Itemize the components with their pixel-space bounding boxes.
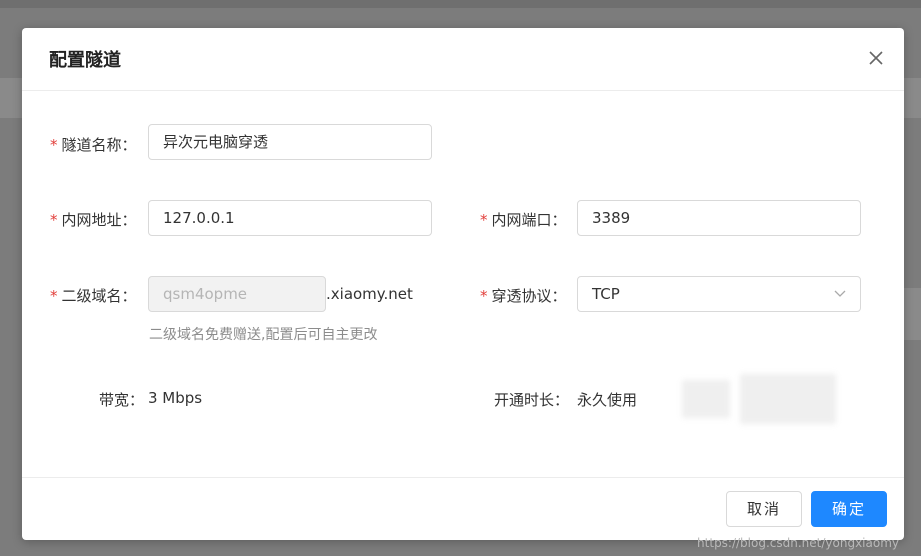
local-port-label: * 内网端口： [480, 209, 567, 230]
duration-label: 开通时长： [494, 391, 570, 409]
tunnel-name-label-text: 隧道名称： [61, 136, 137, 154]
local-port-label-text: 内网端口： [491, 211, 567, 229]
protocol-select[interactable]: TCP [577, 276, 861, 312]
close-icon[interactable] [868, 50, 884, 66]
subdomain-label: * 二级域名： [50, 285, 137, 306]
bandwidth-label: 带宽： [99, 391, 145, 409]
dialog-footer: 取消 确定 [22, 477, 904, 540]
local-address-input[interactable]: 127.0.0.1 [148, 200, 432, 236]
ok-button[interactable]: 确定 [811, 491, 887, 527]
local-address-label-text: 内网地址： [61, 211, 137, 229]
cancel-button[interactable]: 取消 [726, 491, 802, 527]
protocol-label: * 穿透协议： [480, 285, 567, 306]
watermark: https://blog.csdn.net/yongxiaomy [697, 536, 899, 550]
dialog-header: 配置隧道 [22, 28, 904, 91]
required-mark: * [480, 211, 488, 229]
subdomain-input: qsm4opme [148, 276, 326, 312]
background-cell [904, 288, 921, 340]
dialog-title: 配置隧道 [49, 50, 121, 71]
tunnel-name-label: * 隧道名称： [50, 134, 137, 155]
required-mark: * [50, 136, 58, 154]
required-mark: * [480, 287, 488, 305]
tunnel-name-input[interactable]: 异次元电脑穿透 [148, 124, 432, 160]
chevron-down-icon [834, 290, 846, 297]
local-address-label: * 内网地址： [50, 209, 137, 230]
protocol-label-text: 穿透协议： [491, 287, 567, 305]
subdomain-hint: 二级域名免费赠送,配置后可自主更改 [149, 327, 378, 343]
bandwidth-value: 3 Mbps [148, 389, 203, 407]
required-mark: * [50, 287, 58, 305]
subdomain-suffix: .xiaomy.net [326, 285, 413, 303]
duration-value: 永久使用 [577, 391, 638, 409]
blurred-region [682, 380, 730, 418]
blurred-region [740, 374, 836, 424]
configure-tunnel-dialog: 配置隧道 * 隧道名称： 异次元电脑穿透 * 内网地址： 127.0.0.1 * 内网… [22, 28, 904, 540]
subdomain-label-text: 二级域名： [61, 287, 137, 305]
local-port-input[interactable]: 3389 [577, 200, 861, 236]
required-mark: * [50, 211, 58, 229]
protocol-selected-value: TCP [592, 285, 620, 303]
